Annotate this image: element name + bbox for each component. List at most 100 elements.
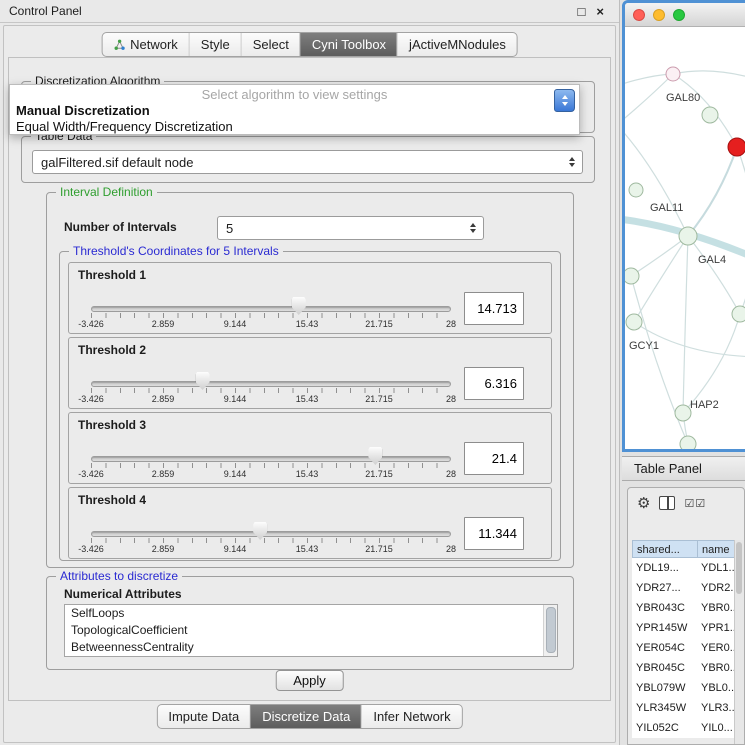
cell-shared-name[interactable]: YBL079W	[632, 678, 698, 698]
tab-select[interactable]: Select	[241, 33, 300, 56]
number-of-intervals-combo[interactable]: 5	[217, 216, 484, 240]
threshold-4-value-input[interactable]	[464, 517, 524, 550]
attributes-to-discretize-group: Attributes to discretize Numerical Attri…	[46, 576, 574, 670]
network-node[interactable]	[625, 268, 639, 284]
cell-shared-name[interactable]: YIL052C	[632, 718, 698, 738]
tick-label: 2.859	[152, 469, 175, 479]
table-row[interactable]: YDL19...YDL1...	[632, 558, 742, 578]
table-panel-header: Table Panel	[622, 456, 745, 481]
algorithm-combo-stepper[interactable]	[554, 89, 575, 112]
slider-track[interactable]	[91, 456, 451, 462]
slider-track[interactable]	[91, 381, 451, 387]
tick-label: 15.43	[296, 319, 319, 329]
tick-label: 15.43	[296, 394, 319, 404]
table-data-combo[interactable]: galFiltered.sif default node	[32, 150, 583, 174]
cell-shared-name[interactable]: YDR27...	[632, 578, 698, 598]
table-row[interactable]: YBL079WYBL0...	[632, 678, 742, 698]
network-node-selected[interactable]	[728, 138, 745, 156]
slider-scale: -3.426 2.859 9.144 15.43 21.715 28	[91, 394, 451, 405]
slider-track[interactable]	[91, 306, 451, 312]
threshold-2-value-input[interactable]	[464, 367, 524, 400]
close-icon[interactable]: ×	[596, 5, 604, 18]
table-header-row: shared... name	[632, 540, 742, 558]
table-row[interactable]: YER054CYER0...	[632, 638, 742, 658]
network-node[interactable]	[626, 314, 642, 330]
group-title: Interval Definition	[56, 185, 157, 199]
toolbox-tabbar: Network Style Select Cyni Toolbox jActiv…	[101, 32, 518, 57]
column-header-shared-name[interactable]: shared...	[632, 540, 698, 558]
tab-discretize-data[interactable]: Discretize Data	[250, 705, 361, 728]
table-row[interactable]: YBR043CYBR0...	[632, 598, 742, 618]
network-node[interactable]	[679, 227, 697, 245]
stepper-up-icon	[562, 95, 568, 99]
minimize-traffic-light[interactable]	[653, 9, 665, 21]
columns-icon[interactable]	[659, 496, 675, 510]
tick-label: 28	[446, 544, 456, 554]
float-window-icon[interactable]: □	[578, 5, 586, 18]
table-row[interactable]: YBR045CYBR0...	[632, 658, 742, 678]
cell-shared-name[interactable]: YER054C	[632, 638, 698, 658]
table-row[interactable]: YPR145WYPR1...	[632, 618, 742, 638]
node-label: GAL80	[666, 92, 700, 104]
table-row[interactable]: YDR27...YDR2...	[632, 578, 742, 598]
bottom-tabbar: Impute Data Discretize Data Infer Networ…	[156, 704, 462, 729]
network-node[interactable]	[666, 67, 680, 81]
combo-value: galFiltered.sif default node	[33, 155, 564, 170]
tick-label: 28	[446, 469, 456, 479]
close-traffic-light[interactable]	[633, 9, 645, 21]
slider-track[interactable]	[91, 531, 451, 537]
tab-infer-network[interactable]: Infer Network	[361, 705, 461, 728]
apply-button[interactable]: Apply	[275, 670, 344, 691]
tab-cyni-toolbox[interactable]: Cyni Toolbox	[300, 33, 397, 56]
threshold-3-value-input[interactable]	[464, 442, 524, 475]
network-canvas[interactable]: GAL80 GAL11 GAL4 GCY1 HAP2	[625, 27, 745, 450]
tab-label: Cyni Toolbox	[312, 37, 386, 52]
tab-jactivemnodules[interactable]: jActiveMNodules	[397, 33, 517, 56]
threshold-label: Threshold 1	[78, 268, 146, 282]
scrollbar-thumb[interactable]	[546, 607, 556, 653]
tab-style[interactable]: Style	[189, 33, 241, 56]
tick-label: -3.426	[78, 544, 104, 554]
threshold-1-value-input[interactable]	[464, 292, 524, 325]
threshold-2-slider[interactable]	[91, 372, 451, 392]
threshold-3-slider[interactable]	[91, 447, 451, 467]
gear-icon[interactable]: ⚙	[637, 496, 650, 511]
table-row[interactable]: YIL052CYIL0...	[632, 718, 742, 738]
network-view-window: GAL80 GAL11 GAL4 GCY1 HAP2	[622, 0, 745, 452]
network-nodes[interactable]	[625, 59, 745, 450]
network-node[interactable]	[675, 405, 691, 421]
threshold-1-slider[interactable]	[91, 297, 451, 317]
table-row[interactable]: YLR345WYLR3...	[632, 698, 742, 718]
network-node[interactable]	[629, 183, 643, 197]
option-manual-discretization[interactable]: Manual Discretization	[10, 102, 579, 118]
list-item-topologicalcoefficient[interactable]: TopologicalCoefficient	[65, 622, 557, 639]
threshold-label: Threshold 2	[78, 343, 146, 357]
combo-arrows-icon	[564, 157, 582, 167]
list-scrollbar[interactable]	[543, 605, 557, 656]
cell-shared-name[interactable]: YPR145W	[632, 618, 698, 638]
threshold-3-panel: Threshold 3 -3.426 2.859 9.144 15.43	[68, 412, 552, 484]
cell-shared-name[interactable]: YBR045C	[632, 658, 698, 678]
option-equal-width-frequency[interactable]: Equal Width/Frequency Discretization	[10, 118, 579, 134]
tab-impute-data[interactable]: Impute Data	[157, 705, 250, 728]
list-item-selfloops[interactable]: SelfLoops	[65, 605, 557, 622]
tab-label: Discretize Data	[262, 709, 350, 724]
network-window-titlebar[interactable]	[625, 3, 745, 27]
threshold-4-slider[interactable]	[91, 522, 451, 542]
cell-shared-name[interactable]: YDL19...	[632, 558, 698, 578]
zoom-traffic-light[interactable]	[673, 9, 685, 21]
scrollbar-thumb[interactable]	[736, 542, 742, 594]
tab-network[interactable]: Network	[102, 33, 189, 56]
table-scrollbar[interactable]	[734, 540, 744, 744]
cell-shared-name[interactable]: YLR345W	[632, 698, 698, 718]
network-node[interactable]	[680, 436, 696, 450]
cell-shared-name[interactable]: YBR043C	[632, 598, 698, 618]
threshold-label: Threshold 3	[78, 418, 146, 432]
slider-ticks	[91, 388, 451, 393]
tab-label: Select	[253, 37, 289, 52]
list-item-betweennesscentrality[interactable]: BetweennessCentrality	[65, 639, 557, 656]
checkbox-icons[interactable]: ☑☑	[684, 497, 706, 510]
network-node[interactable]	[702, 107, 718, 123]
stepper-down-icon	[562, 102, 568, 106]
network-node[interactable]	[732, 306, 745, 322]
